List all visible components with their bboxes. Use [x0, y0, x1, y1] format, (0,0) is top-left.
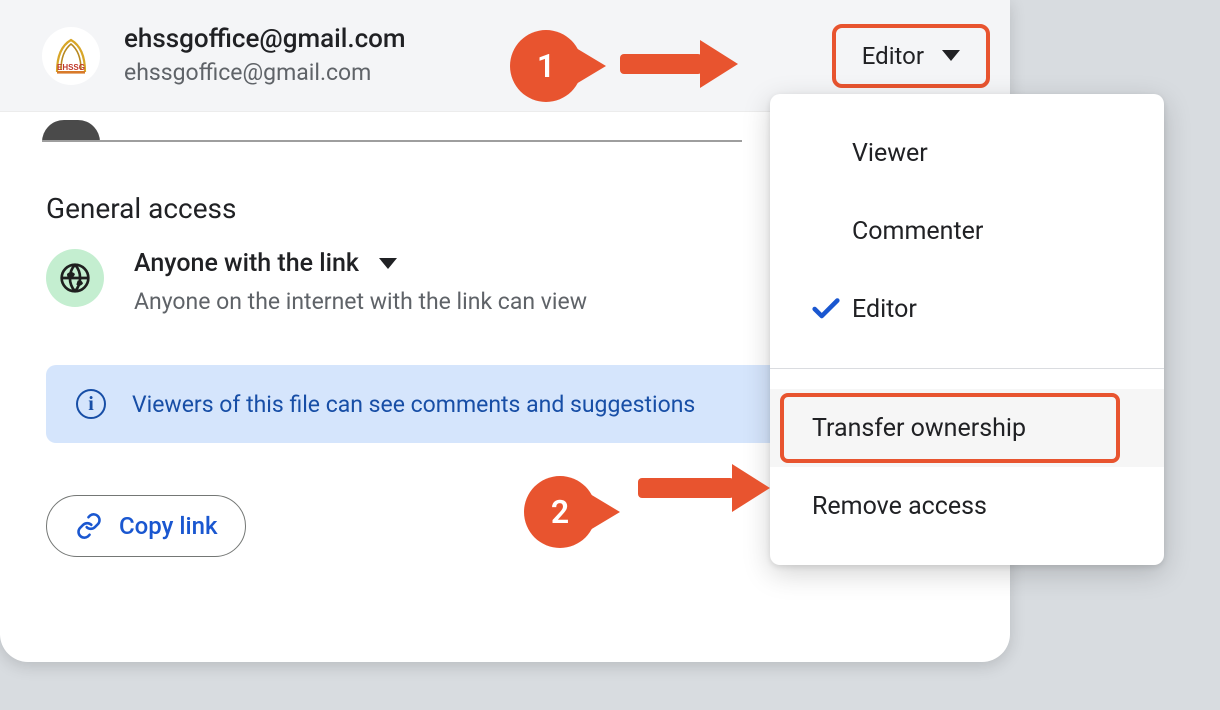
role-dropdown-button[interactable]: Editor [832, 24, 990, 88]
menu-item-commenter[interactable]: Commenter [770, 192, 1164, 270]
menu-divider [770, 368, 1164, 369]
callout-badge-1: 1 [510, 30, 582, 102]
caret-down-icon [379, 258, 397, 269]
info-icon: i [76, 389, 106, 419]
menu-item-transfer-ownership[interactable]: Transfer ownership [770, 389, 1164, 467]
callout-tail-2 [590, 494, 620, 530]
callout-badge-2: 2 [524, 476, 596, 548]
user-avatar: EHSSG [42, 27, 100, 85]
check-icon [806, 292, 846, 326]
link-icon [75, 512, 103, 540]
callout-tail-1 [576, 48, 606, 84]
menu-item-editor[interactable]: Editor [770, 270, 1164, 348]
avatar-peek [42, 120, 100, 142]
menu-item-remove-access[interactable]: Remove access [770, 467, 1164, 545]
general-access-label: Anyone with the link [134, 249, 359, 278]
general-access-description: Anyone on the internet with the link can… [134, 288, 587, 315]
globe-icon [59, 262, 91, 294]
menu-item-viewer[interactable]: Viewer [770, 114, 1164, 192]
caret-down-icon [942, 50, 960, 61]
globe-icon-wrap [46, 249, 104, 307]
svg-text:EHSSG: EHSSG [57, 63, 85, 72]
role-label: Editor [862, 42, 924, 70]
info-text: Viewers of this file can see comments an… [132, 391, 695, 418]
divider [42, 140, 742, 142]
copy-link-label: Copy link [119, 512, 217, 540]
general-access-selector[interactable]: Anyone with the link [134, 249, 587, 278]
copy-link-button[interactable]: Copy link [46, 495, 246, 557]
role-dropdown-menu: Viewer Commenter Editor Transfer ownersh… [770, 94, 1164, 565]
